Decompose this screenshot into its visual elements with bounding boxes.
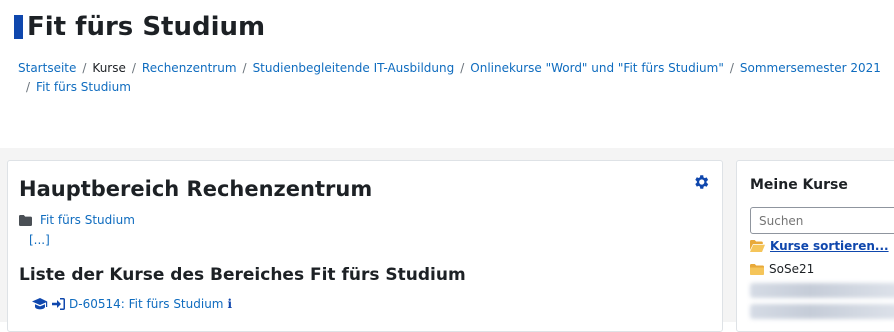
breadcrumb-item-it-ausbildung[interactable]: Studienbegleitende IT-Ausbildung (253, 61, 455, 75)
breadcrumb-separator: / (242, 61, 247, 75)
breadcrumb-separator: / (82, 61, 87, 75)
breadcrumb: Startseite / Kurse / Rechenzentrum / Studienbe… (18, 59, 894, 97)
sidebar-heading: Meine Kurse (750, 177, 848, 193)
main-heading: Hauptbereich Rechenzentrum (19, 177, 373, 201)
sort-courses-link[interactable]: Kurse sortieren... (750, 239, 889, 253)
course-search-input[interactable] (750, 207, 894, 234)
category-link[interactable]: Fit fürs Studium (40, 213, 135, 227)
breadcrumb-item-rechenzentrum[interactable]: Rechenzentrum (142, 61, 237, 75)
blurred-course-item (750, 304, 894, 319)
breadcrumb-separator: / (460, 61, 465, 75)
graduation-cap-icon (32, 298, 48, 310)
page-title: Fit fürs Studium (14, 12, 265, 42)
breadcrumb-row-1: Startseite / Kurse / Rechenzentrum / Studienbe… (18, 59, 894, 78)
breadcrumb-item-fit-fuers-studium[interactable]: Fit fürs Studium (36, 80, 131, 94)
breadcrumb-separator: / (26, 80, 31, 94)
page-header: Fit fürs Studium Startseite / Kurse / Rechen… (0, 0, 894, 149)
info-icon[interactable]: i (228, 297, 233, 311)
course-link[interactable]: D-60514: Fit fürs Studium (69, 297, 224, 311)
folder-open-icon (750, 240, 765, 252)
category-item[interactable]: Fit fürs Studium (19, 213, 135, 227)
folder-icon (19, 214, 32, 226)
breadcrumb-separator: / (729, 61, 734, 75)
breadcrumb-item-kurse: Kurse (92, 61, 126, 75)
course-item[interactable]: D-60514: Fit fürs Studium i (32, 297, 232, 311)
breadcrumb-item-onlinekurse[interactable]: Onlinekurse "Word" und "Fit fürs Studium… (470, 61, 724, 75)
breadcrumb-row-2: / Fit fürs Studium (18, 78, 894, 97)
course-list-heading: Liste der Kurse des Bereiches Fit fürs S… (19, 265, 466, 285)
blurred-course-item (750, 283, 894, 298)
breadcrumb-item-sommersemester[interactable]: Sommersemester 2021 (740, 61, 881, 75)
main-content-card: Hauptbereich Rechenzentrum Fit fürs Stud… (7, 160, 723, 332)
more-link[interactable]: [...] (29, 233, 50, 247)
gear-icon[interactable] (692, 173, 710, 191)
breadcrumb-item-startseite[interactable]: Startseite (18, 61, 76, 75)
sort-courses-label[interactable]: Kurse sortieren... (770, 239, 889, 253)
term-folder-sose21[interactable]: SoSe21 (750, 262, 814, 276)
term-label[interactable]: SoSe21 (769, 262, 814, 276)
title-accent-bar (14, 15, 23, 39)
folder-icon (750, 263, 764, 275)
sign-in-icon (52, 298, 65, 310)
page-title-text: Fit fürs Studium (27, 12, 266, 42)
sidebar-my-courses: Meine Kurse Kurse sortieren... SoSe21 (736, 160, 894, 332)
breadcrumb-separator: / (131, 61, 136, 75)
